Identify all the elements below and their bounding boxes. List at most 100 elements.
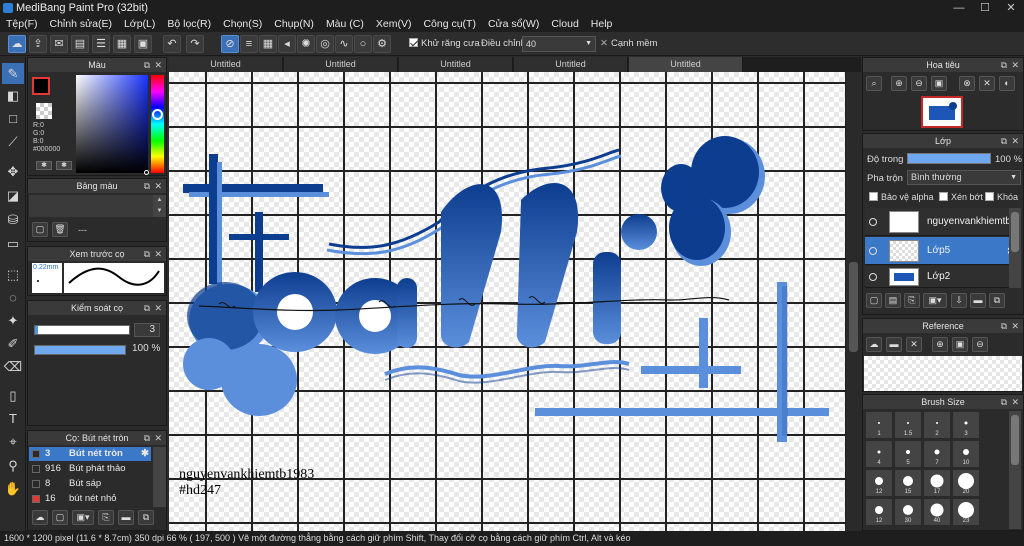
brush-size-cell[interactable]: 30 xyxy=(894,498,922,526)
brush-size-cell[interactable]: 40 xyxy=(923,498,951,526)
brush-size-cell[interactable]: 10 xyxy=(952,440,980,468)
hue-slider[interactable] xyxy=(151,75,164,173)
operation-tool-icon[interactable]: ⌖ xyxy=(2,431,24,452)
brush-size-cell[interactable]: 5 xyxy=(894,440,922,468)
layer-row-active[interactable]: Lớp5✱ xyxy=(865,237,1021,265)
layer-row[interactable]: Lớp2 xyxy=(865,266,1021,288)
fit-icon[interactable]: ▣ xyxy=(931,76,947,91)
brush-opacity-slider[interactable] xyxy=(34,345,126,355)
undo-icon[interactable]: ↶ xyxy=(163,35,181,53)
close-icon[interactable]: ✕ xyxy=(154,247,162,261)
close-icon[interactable]: ✕ xyxy=(1011,58,1019,72)
zoom-icon[interactable]: ⌕ xyxy=(866,76,882,91)
brush-tool-icon[interactable]: ✎ xyxy=(2,63,24,84)
hand-tool-icon[interactable]: ✋ xyxy=(2,478,24,499)
eraser-tool-icon[interactable]: ◧ xyxy=(2,85,24,106)
menu-window[interactable]: Cửa sổ(W) xyxy=(482,16,545,32)
layer-opacity-slider[interactable] xyxy=(907,153,991,164)
primary-color-swatch[interactable] xyxy=(32,77,50,95)
snap-vanish-icon[interactable]: ◂ xyxy=(278,35,296,53)
palette-scroll[interactable]: ▲ ▼ xyxy=(153,195,166,217)
folder-icon[interactable]: ▬ xyxy=(970,293,986,308)
line-tool-icon[interactable]: ⟋ xyxy=(2,131,24,152)
new-brush-icon[interactable]: ▢ xyxy=(52,510,68,525)
duplicate-icon[interactable]: ⧉ xyxy=(138,510,154,525)
upload-icon[interactable]: ⇪ xyxy=(29,35,47,53)
drawing-canvas[interactable]: nguyenvankhiemtb1983 #hd247 xyxy=(169,72,845,532)
page-icon[interactable]: ▤ xyxy=(71,35,89,53)
brush-size-cell[interactable]: 7 xyxy=(923,440,951,468)
redo-icon[interactable]: ↷ xyxy=(186,35,204,53)
close-reference-icon[interactable]: ✕ xyxy=(906,337,922,352)
layer-row[interactable]: nguyenvankhiemtb xyxy=(865,208,1021,236)
layer-scroll[interactable] xyxy=(1009,208,1021,288)
select-tool-icon[interactable]: ⬚ xyxy=(2,264,24,285)
menu-cloud[interactable]: Cloud xyxy=(545,16,584,32)
cloud-icon[interactable]: ☁ xyxy=(8,35,26,53)
brush-size-cell[interactable]: 3 xyxy=(952,411,980,439)
brush-list-scroll[interactable] xyxy=(153,447,166,507)
menu-view[interactable]: Xem(V) xyxy=(370,16,418,32)
brush-size-cell[interactable]: 1.5 xyxy=(894,411,922,439)
brush-size-cell[interactable]: 4 xyxy=(865,440,893,468)
snap-circle-icon[interactable]: ◎ xyxy=(316,35,334,53)
zoom-out-icon[interactable]: ⊖ xyxy=(972,337,988,352)
popout-icon[interactable]: ⧉ xyxy=(1001,134,1007,148)
select-pen-icon[interactable]: ✐ xyxy=(2,333,24,354)
zoom-in-icon[interactable]: ⊕ xyxy=(932,337,948,352)
doc-tab[interactable]: Untitled xyxy=(284,57,398,72)
eye-icon[interactable] xyxy=(869,218,877,226)
snap-curve-icon[interactable]: ∿ xyxy=(335,35,353,53)
popout-icon[interactable]: ⧉ xyxy=(144,301,150,315)
gradient-tool-icon[interactable]: ▭ xyxy=(2,233,24,254)
doc-tab[interactable]: Untitled xyxy=(169,57,283,72)
smooth-checkbox[interactable]: ✕ Cạnh mềm xyxy=(600,38,657,49)
list-icon[interactable]: ☰ xyxy=(92,35,110,53)
close-icon[interactable]: ✕ xyxy=(154,58,162,72)
vertical-scrollbar[interactable] xyxy=(846,72,861,532)
close-button[interactable]: ✕ xyxy=(998,0,1024,16)
frame-icon[interactable]: ▣ xyxy=(134,35,152,53)
fill-tool-icon[interactable]: ◪ xyxy=(2,185,24,206)
actual-size-icon[interactable]: ✕ xyxy=(979,76,995,91)
bucket-tool-icon[interactable]: ⛁ xyxy=(2,209,24,230)
eye-icon[interactable] xyxy=(869,273,877,281)
snap-cross-icon[interactable]: ▦ xyxy=(259,35,277,53)
brush-size-scroll[interactable] xyxy=(1009,411,1021,529)
menu-color[interactable]: Màu (C) xyxy=(320,16,370,32)
menu-layer[interactable]: Lớp(L) xyxy=(118,16,161,32)
menu-tools[interactable]: Công cụ(T) xyxy=(417,16,482,32)
close-icon[interactable]: ✕ xyxy=(154,179,162,193)
layer-type-icon[interactable]: ▣▾ xyxy=(923,293,947,308)
trash-icon[interactable]: 🗑 xyxy=(52,222,68,237)
brush-item[interactable]: 8 Bút sáp xyxy=(29,477,151,491)
popout-icon[interactable]: ⧉ xyxy=(1001,319,1007,333)
doc-tab[interactable]: Untitled xyxy=(399,57,513,72)
color-mode-button[interactable]: ✱ xyxy=(56,161,72,170)
menu-filter[interactable]: Bộ lọc(R) xyxy=(161,16,217,32)
close-icon[interactable]: ✕ xyxy=(1011,319,1019,333)
copy-brush-icon[interactable]: ⎘ xyxy=(98,510,114,525)
snap-radial-icon[interactable]: ✺ xyxy=(297,35,315,53)
minimize-button[interactable]: — xyxy=(946,0,972,16)
select-eraser-icon[interactable]: ⌫ xyxy=(2,356,24,377)
folder-open-icon[interactable]: ▬ xyxy=(886,337,902,352)
new-halftone-layer-icon[interactable]: ▤ xyxy=(885,293,901,308)
transparent-swatch[interactable] xyxy=(36,103,52,119)
popout-icon[interactable]: ⧉ xyxy=(144,179,150,193)
rotate-icon[interactable]: ⊗ xyxy=(959,76,975,91)
antialias-checkbox[interactable]: Khử răng cưa xyxy=(409,38,480,49)
close-icon[interactable]: ✕ xyxy=(154,431,162,445)
doc-tab[interactable]: Untitled xyxy=(514,57,628,72)
brush-size-cell[interactable]: 12 xyxy=(865,498,893,526)
menu-select[interactable]: Chọn(S) xyxy=(217,16,268,32)
brush-item[interactable]: 3 Bút nét tròn ✱ xyxy=(29,447,151,461)
lasso-tool-icon[interactable]: ◌ xyxy=(2,287,24,308)
divide-tool-icon[interactable]: ▯ xyxy=(2,385,24,406)
popout-icon[interactable]: ⧉ xyxy=(144,431,150,445)
close-icon[interactable]: ✕ xyxy=(1011,134,1019,148)
add-color-button[interactable]: ✱ xyxy=(36,161,52,170)
protect-alpha-checkbox[interactable]: Bảo vệ alpha xyxy=(869,192,934,202)
popout-icon[interactable]: ⧉ xyxy=(1001,58,1007,72)
copy-layer-icon[interactable]: ⎘ xyxy=(904,293,920,308)
